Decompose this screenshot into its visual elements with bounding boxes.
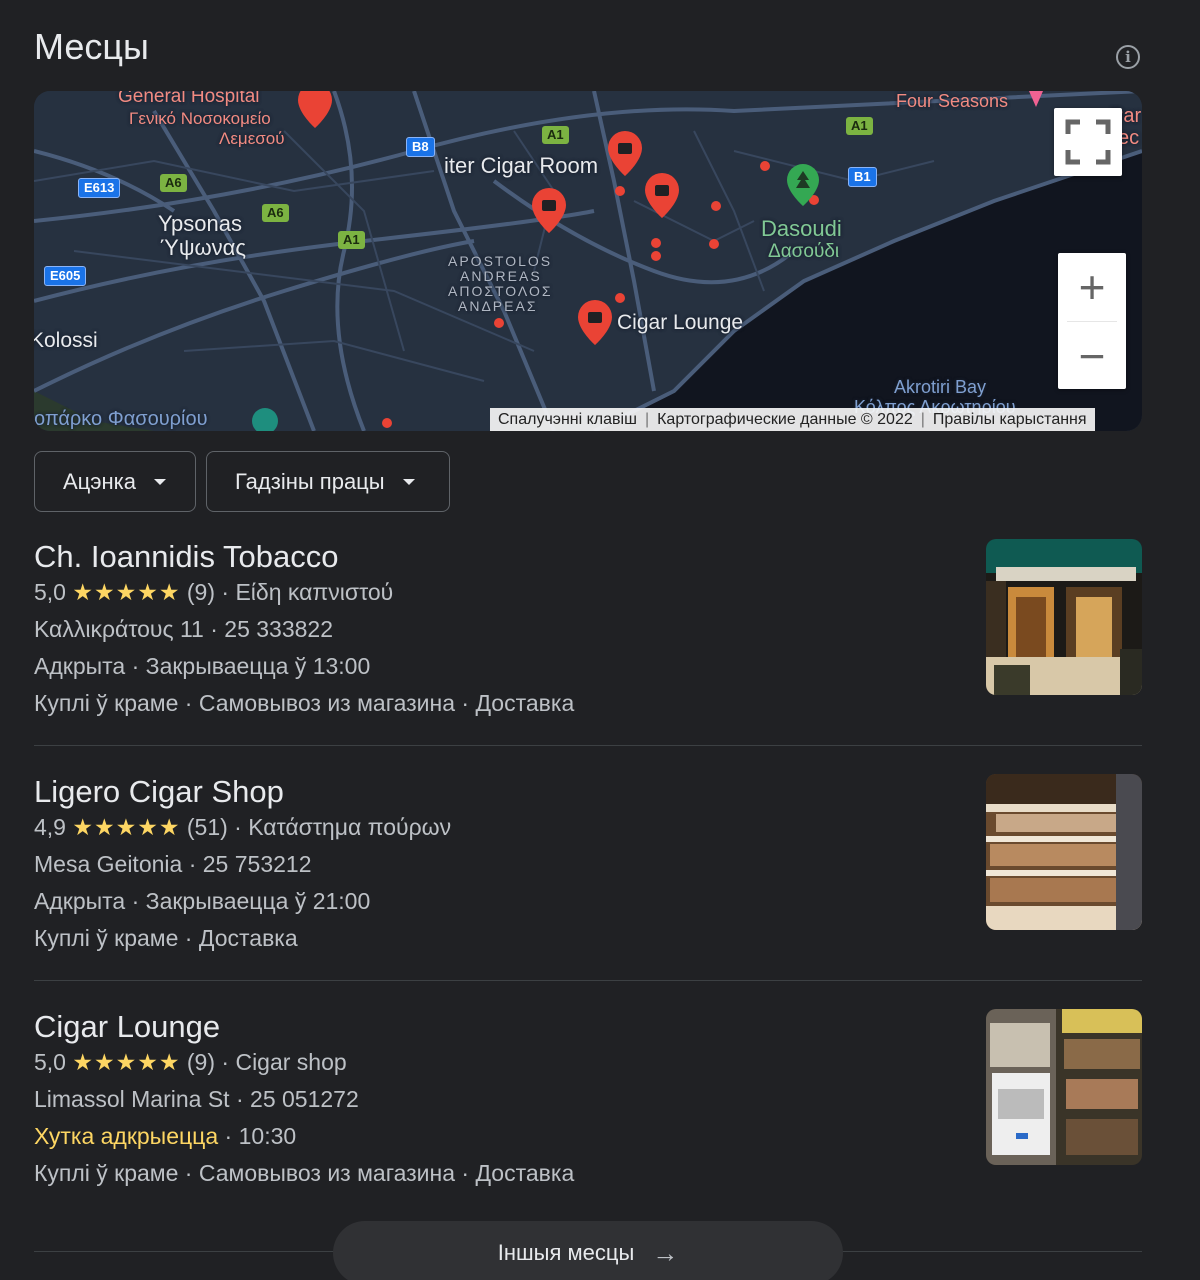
place-rating-line: 5,0 ★★★★★ (9) · Cigar shop [34,1049,347,1075]
place-photo[interactable] [986,774,1142,930]
zoom-out-button[interactable]: − [1058,322,1126,390]
place-address-line: Καλλικράτους 11 · 25 333822 [34,616,334,642]
place-item[interactable]: Ch. Ioannidis Tobacco 5,0 ★★★★★ (9) · Εί… [34,539,1142,717]
map-label-kolossi: Kolossi [34,329,98,352]
map-label-district-3: ΑΠΟΣΤΟΛΟΣ [448,283,553,299]
place-item[interactable]: Cigar Lounge 5,0 ★★★★★ (9) · Cigar shop … [34,1009,1142,1187]
map-label-fasouri: οπάρκο Φασουρίου [34,408,208,430]
terms-link[interactable]: Правілы карыстання [933,411,1087,429]
map-label-cigar-room[interactable]: iter Cigar Room [444,153,598,179]
road-badge-b8: B8 [406,137,435,157]
hours-filter-label: Гадзіны працы [235,468,385,494]
place-services-line: Куплі ў краме · Самовывоз из магазина · … [34,690,575,716]
open-status: Адкрыта [34,653,126,679]
place-hours-line: Адкрыта · Закрываецца ў 21:00 [34,888,371,914]
road-badge-e613: E613 [78,178,121,198]
place-services-line: Куплі ў краме · Самовывоз из магазина · … [34,1160,575,1186]
review-count: (9) [186,1049,215,1075]
place-phone: 25 333822 [224,616,334,642]
map-label-district-4: ΑΝΔΡΕΑΣ [458,298,538,314]
rating-value: 5,0 [34,1049,66,1075]
place-category: Κατάστημα πούρων [248,814,452,840]
place-address-line: Mesa Geitonia · 25 753212 [34,851,312,877]
review-count: (51) [186,814,228,840]
fullscreen-icon [1065,119,1111,165]
more-places-label: Іншыя месцы [497,1240,635,1265]
map-label-ypsonas: Ypsonas [158,211,242,236]
place-address-line: Limassol Marina St · 25 051272 [34,1086,359,1112]
place-phone: 25 753212 [202,851,312,877]
map[interactable]: General Hospital Γενικό Νοσοκομείο Λεμεσ… [34,91,1142,431]
place-hours-line: Адкрыта · Закрываецца ў 13:00 [34,653,371,679]
open-status: Адкрыта [34,888,126,914]
map-label-general-hospital-gr: Γενικό Νοσοκομείο [129,109,271,128]
rating-filter-button[interactable]: Ацэнка [34,451,196,512]
more-places-button[interactable]: Іншыя месцы → [333,1221,843,1280]
place-hours-line: Хутка адкрыецца · 10:30 [34,1123,297,1149]
rating-value: 4,9 [34,814,66,840]
map-label-ypsonas-gr: Ύψωνας [160,235,247,260]
keyboard-shortcuts-link[interactable]: Спалучэнні клавіш [498,411,637,429]
review-count: (9) [186,579,215,605]
map-label-general-hospital-gr2: Λεμεσού [219,129,285,148]
chevron-down-icon [154,478,166,485]
hours-filter-button[interactable]: Гадзіны працы [206,451,450,512]
closing-time: Закрываецца ў 13:00 [145,653,371,679]
fullscreen-button[interactable] [1054,108,1122,176]
place-name[interactable]: Cigar Lounge [34,1009,1142,1045]
place-name[interactable]: Ligero Cigar Shop [34,774,1142,810]
road-badge-a1-3: A1 [846,117,873,135]
map-label-district-2: ANDREAS [460,268,542,284]
place-address: Καλλικράτους 11 [34,616,204,642]
place-rating-line: 5,0 ★★★★★ (9) · Είδη καπνιστού [34,579,394,605]
road-badge-e605: E605 [44,266,87,286]
opening-time: 10:30 [238,1123,297,1149]
map-label-four-seasons: Four Seasons [896,91,1009,111]
map-attribution: Спалучэнні клавіш | Картографические дан… [490,408,1095,431]
place-photo[interactable] [986,539,1142,695]
info-icon[interactable]: i [1116,45,1140,69]
rating-filter-label: Ацэнка [63,468,136,494]
map-label-akrotiri-bay: Akrotiri Bay [894,377,987,397]
divider [34,980,1142,981]
road-badge-a6: A6 [160,174,187,192]
place-item[interactable]: Ligero Cigar Shop 4,9 ★★★★★ (51) · Κατάσ… [34,774,1142,952]
place-address: Mesa Geitonia [34,851,183,877]
map-label-district-1: APOSTOLOS [448,253,553,269]
star-rating-icon: ★★★★★ [72,579,181,605]
place-name[interactable]: Ch. Ioannidis Tobacco [34,539,1142,575]
zoom-controls: + − [1058,253,1126,389]
arrow-right-icon: → [652,1237,679,1268]
open-status: Хутка адкрыецца [34,1123,219,1149]
map-label-dasoudi-gr: Δασούδι [768,241,840,262]
place-category: Cigar shop [235,1049,347,1075]
map-label-cigar-lounge[interactable]: Cigar Lounge [617,311,743,335]
place-photo[interactable] [986,1009,1142,1165]
map-label-dasoudi: Dasoudi [761,216,842,241]
closing-time: Закрываецца ў 21:00 [145,888,371,914]
road-badge-b1: B1 [848,167,877,187]
place-phone: 25 051272 [250,1086,359,1112]
map-data-text: Картографические данные © 2022 [657,410,913,428]
road-badge-a1-2: A1 [542,126,569,144]
place-rating-line: 4,9 ★★★★★ (51) · Κατάστημα πούρων [34,814,452,840]
road-badge-a1: A1 [338,231,365,249]
star-rating-icon: ★★★★★ [72,1049,181,1075]
road-badge-a6-2: A6 [262,204,289,222]
map-label-general-hospital: General Hospital [118,91,260,107]
divider [34,745,1142,746]
section-title: Месцы [34,26,149,67]
zoom-in-button[interactable]: + [1058,253,1126,321]
star-rating-icon: ★★★★★ [72,814,181,840]
rating-value: 5,0 [34,579,66,605]
place-services-line: Куплі ў краме · Доставка [34,925,298,951]
place-category: Είδη καπνιστού [235,579,394,605]
place-address: Limassol Marina St [34,1086,230,1112]
chevron-down-icon [402,478,415,485]
